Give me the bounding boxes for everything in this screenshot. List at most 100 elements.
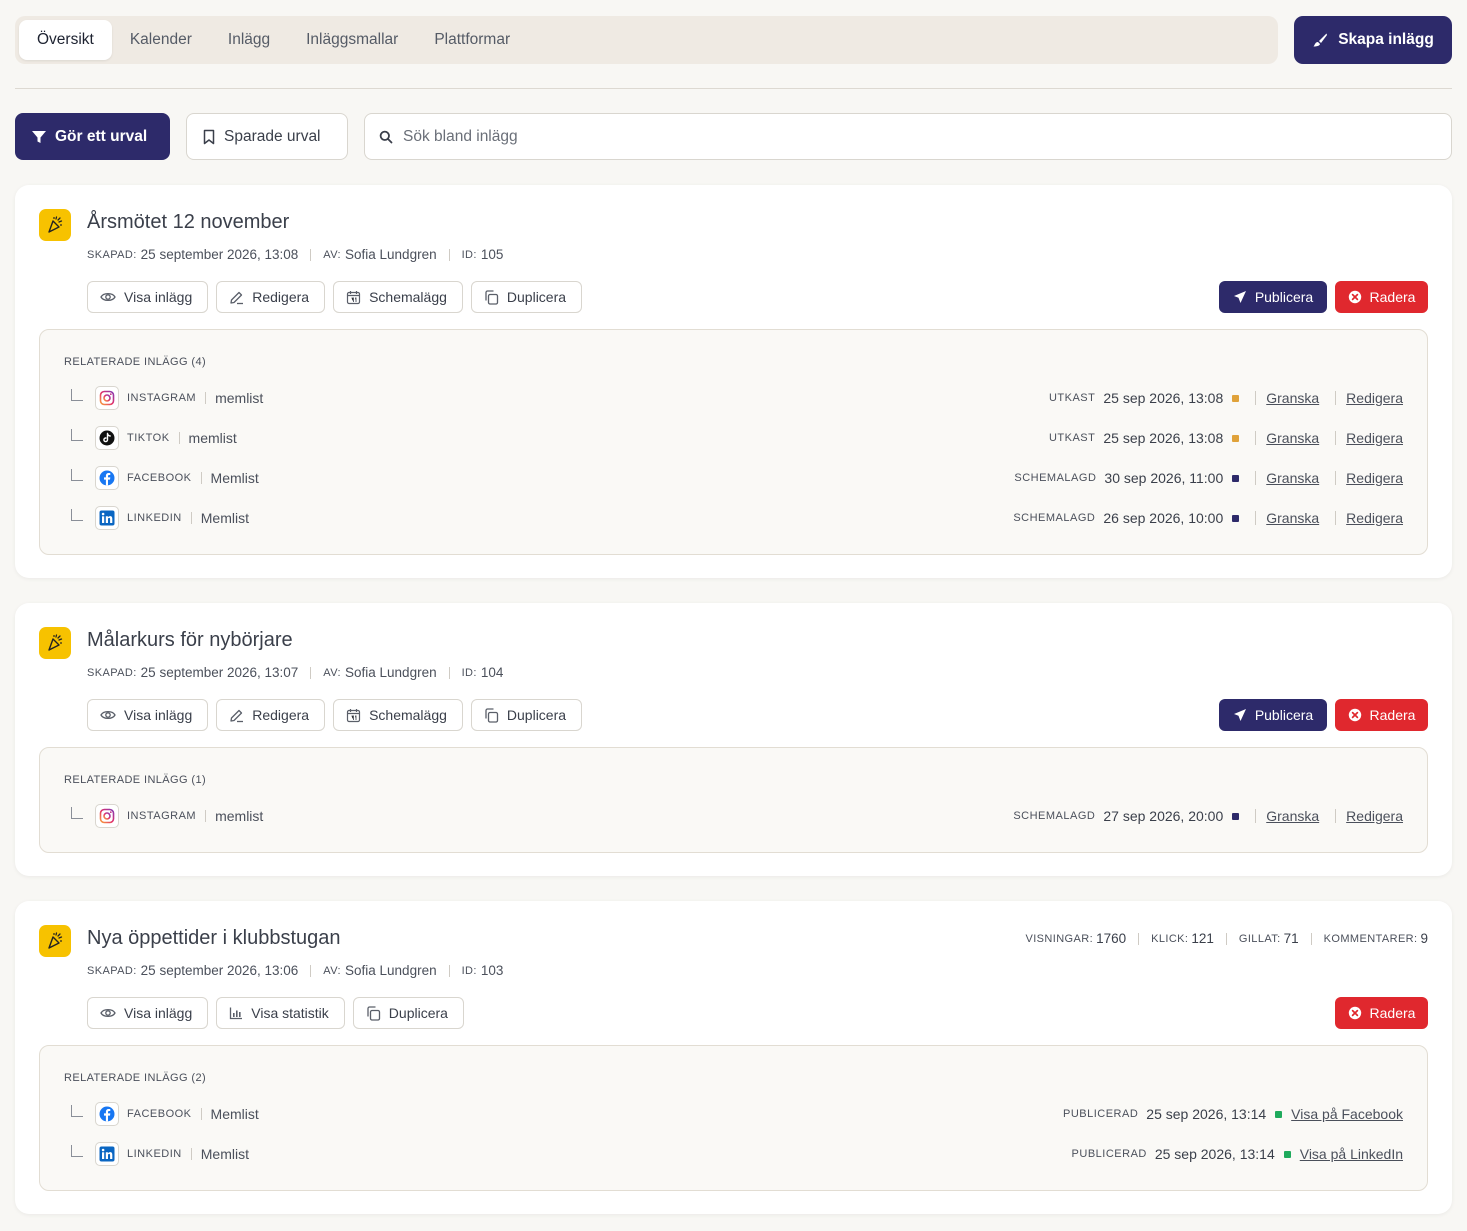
- edit-label: Redigera: [252, 707, 310, 723]
- account-name: memlist: [215, 390, 264, 406]
- status-dot: [1232, 812, 1240, 820]
- clicks-label: KLICK:: [1151, 932, 1189, 945]
- duplicate-button[interactable]: Duplicera: [352, 997, 464, 1029]
- id-label: ID:: [461, 666, 477, 679]
- author-value: Sofia Lundgren: [345, 963, 437, 978]
- pencil-icon: [230, 709, 244, 722]
- close-circle-icon: [1348, 708, 1361, 722]
- eye-icon: [100, 1008, 116, 1018]
- status-label: SCHEMALAGD: [1013, 810, 1096, 822]
- view-post-button[interactable]: Visa inlägg: [87, 699, 209, 731]
- date-value: 25 sep 2026, 13:08: [1103, 390, 1224, 406]
- view-stats-label: Visa statistik: [251, 1005, 329, 1021]
- edit-link[interactable]: Redigera: [1346, 808, 1403, 824]
- edit-label: Redigera: [252, 289, 310, 305]
- search-input[interactable]: [403, 127, 1303, 146]
- post-primary-actions: Publicera Radera: [1219, 699, 1428, 731]
- author-value: Sofia Lundgren: [345, 247, 437, 262]
- view-post-button[interactable]: Visa inlägg: [87, 997, 209, 1029]
- review-link[interactable]: Granska: [1266, 808, 1319, 824]
- platform-name: TIKTOK: [127, 432, 170, 444]
- delete-button[interactable]: Radera: [1335, 997, 1428, 1029]
- account-name: memlist: [188, 430, 237, 446]
- related-row: LINKEDIN Memlist SCHEMALAGD 26 sep 2026,…: [64, 504, 1403, 532]
- edit-link[interactable]: Redigera: [1346, 390, 1403, 406]
- linkedin-icon: [95, 1142, 119, 1166]
- edit-button[interactable]: Redigera: [216, 699, 326, 731]
- post-primary-actions: Publicera Radera: [1219, 281, 1428, 313]
- edit-link[interactable]: Redigera: [1346, 510, 1403, 526]
- review-link[interactable]: Granska: [1266, 470, 1319, 486]
- status-label: UTKAST: [1048, 392, 1096, 404]
- duplicate-label: Duplicera: [506, 707, 567, 723]
- tab-inlaggsmallar[interactable]: Inläggsmallar: [288, 20, 416, 60]
- duplicate-button[interactable]: Duplicera: [470, 281, 583, 313]
- view-post-label: Visa inlägg: [124, 289, 193, 305]
- tab-oversikt[interactable]: Översikt: [19, 20, 112, 60]
- view-on-linkedin-link[interactable]: Visa på LinkedIn: [1300, 1146, 1403, 1162]
- eye-icon: [100, 710, 116, 720]
- related-row: INSTAGRAM memlist SCHEMALAGD 27 sep 2026…: [64, 802, 1403, 830]
- edit-button[interactable]: Redigera: [216, 281, 326, 313]
- edit-link[interactable]: Redigera: [1346, 470, 1403, 486]
- publish-label: Publicera: [1254, 707, 1314, 723]
- party-icon: [39, 925, 71, 957]
- view-stats-button[interactable]: Visa statistik: [216, 997, 345, 1029]
- filter-label: Gör ett urval: [55, 127, 148, 145]
- created-label: SKAPAD:: [87, 248, 137, 261]
- party-icon: [39, 209, 71, 241]
- edit-link[interactable]: Redigera: [1346, 430, 1403, 446]
- review-link[interactable]: Granska: [1266, 390, 1319, 406]
- delete-label: Radera: [1369, 707, 1416, 723]
- id-value: 105: [480, 247, 504, 262]
- platform-name: INSTAGRAM: [127, 810, 197, 822]
- status-dot: [1232, 434, 1240, 442]
- created-value: 25 september 2026, 13:07: [140, 665, 299, 680]
- pencil-icon: [230, 291, 244, 304]
- instagram-icon: [95, 804, 119, 828]
- duplicate-label: Duplicera: [388, 1005, 448, 1021]
- review-link[interactable]: Granska: [1266, 430, 1319, 446]
- author-label: AV:: [323, 248, 342, 261]
- tab-inlagg[interactable]: Inlägg: [210, 20, 288, 60]
- post-actions: Visa inlägg Redigera Schemalägg Duplicer…: [87, 281, 583, 313]
- copy-icon: [485, 289, 499, 305]
- publish-button[interactable]: Publicera: [1219, 281, 1327, 313]
- delete-button[interactable]: Radera: [1335, 699, 1428, 731]
- tiktok-icon: [95, 426, 119, 450]
- platform-name: LINKEDIN: [127, 1148, 182, 1160]
- create-post-button[interactable]: Skapa inlägg: [1294, 16, 1452, 64]
- view-post-button[interactable]: Visa inlägg: [87, 281, 209, 313]
- saved-filters-button[interactable]: Sparade urval: [186, 113, 348, 160]
- date-value: 30 sep 2026, 11:00: [1104, 470, 1224, 486]
- close-circle-icon: [1348, 1006, 1361, 1020]
- related-posts: RELATERADE INLÄGG (2) FACEBOOK Memlist P…: [39, 1045, 1428, 1191]
- post-meta: SKAPAD: 25 september 2026, 13:07 AV: Sof…: [87, 665, 503, 680]
- account-name: Memlist: [200, 1146, 249, 1162]
- create-post-label: Skapa inlägg: [1338, 31, 1434, 48]
- post-meta: SKAPAD: 25 september 2026, 13:08 AV: Sof…: [87, 247, 503, 262]
- filter-bar: Gör ett urval Sparade urval: [15, 113, 1452, 161]
- schedule-button[interactable]: Schemalägg: [333, 281, 463, 313]
- search-icon: [379, 130, 393, 143]
- instagram-icon: [95, 386, 119, 410]
- duplicate-button[interactable]: Duplicera: [470, 699, 583, 731]
- brush-icon: [1313, 33, 1328, 47]
- publish-button[interactable]: Publicera: [1219, 699, 1327, 731]
- filter-button[interactable]: Gör ett urval: [15, 113, 170, 160]
- status-label: UTKAST: [1048, 432, 1096, 444]
- schedule-button[interactable]: Schemalägg: [333, 699, 463, 731]
- comments-label: KOMMENTARER:: [1323, 932, 1418, 945]
- delete-button[interactable]: Radera: [1335, 281, 1428, 313]
- eye-icon: [100, 292, 116, 302]
- review-link[interactable]: Granska: [1266, 510, 1319, 526]
- date-value: 25 sep 2026, 13:08: [1103, 430, 1224, 446]
- tab-plattformar[interactable]: Plattformar: [416, 20, 528, 60]
- copy-icon: [485, 707, 499, 723]
- close-circle-icon: [1348, 290, 1361, 304]
- account-name: Memlist: [210, 470, 259, 486]
- status-label: PUBLICERAD: [1071, 1148, 1147, 1160]
- view-on-facebook-link[interactable]: Visa på Facebook: [1291, 1106, 1403, 1122]
- post-stats: VISNINGAR: 1760 KLICK: 121 GILLAT: 71 KO…: [1025, 931, 1428, 946]
- tab-kalender[interactable]: Kalender: [112, 20, 210, 60]
